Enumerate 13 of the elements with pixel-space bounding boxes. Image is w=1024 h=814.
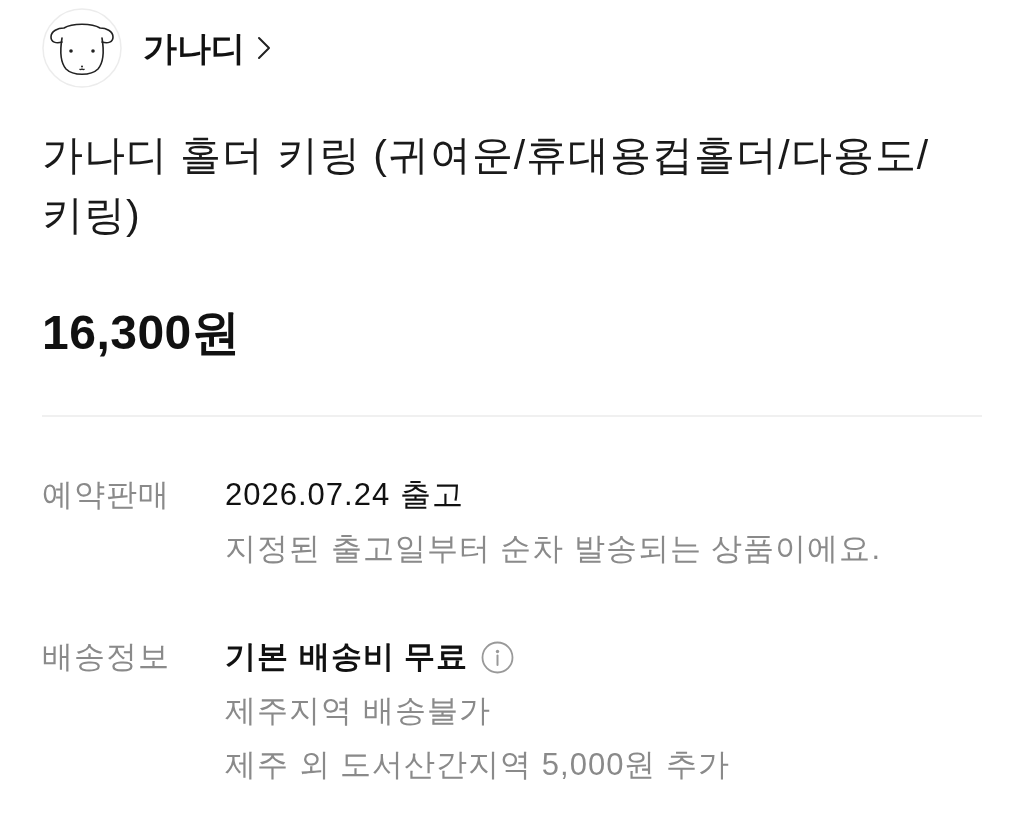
detail-label: 배송정보 <box>42 638 171 676</box>
store-name-link[interactable]: 가나디 <box>143 28 245 68</box>
note-text: 제주 외 도서산간지역 5,000원 추가 <box>225 746 731 784</box>
dog-face-avatar-icon[interactable] <box>42 8 122 88</box>
detail-label: 예약판매 <box>42 476 171 514</box>
product-price: 16,300원 <box>42 308 242 358</box>
note-text: 지정된 출고일부터 순차 발송되는 상품이에요. <box>225 530 882 568</box>
product-title: 가나디 홀더 키링 (귀여운/휴대용컵홀더/다용도/키링) <box>42 131 931 240</box>
info-icon[interactable] <box>481 640 515 674</box>
chevron-right-icon[interactable] <box>257 36 271 60</box>
shipping-fee-text: 기본 배송비 무료 <box>225 638 469 676</box>
note-text: 제주지역 배송불가 <box>225 692 491 730</box>
release-date-text: 2026.07.24 출고 <box>225 476 464 514</box>
